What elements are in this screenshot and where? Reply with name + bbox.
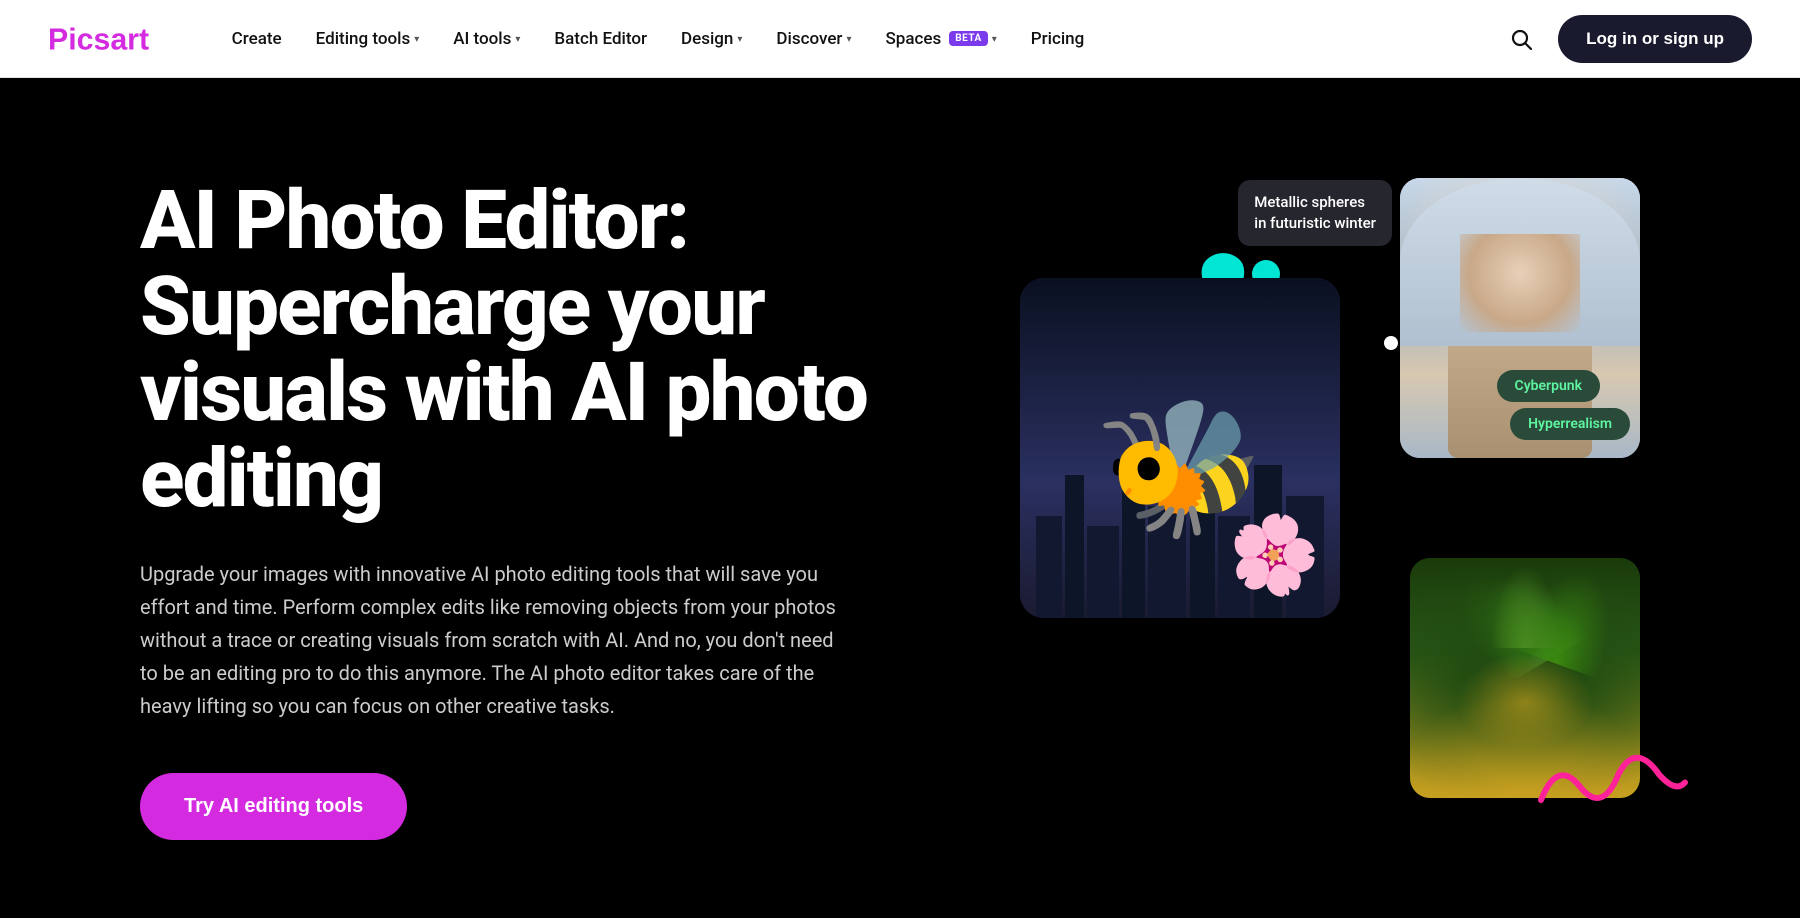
- chevron-down-icon: ▾: [846, 34, 851, 45]
- woman-face-detail: [1460, 234, 1580, 332]
- metallic-tooltip: Metallic spheres in futuristic winter: [1238, 180, 1392, 246]
- nav-links: Create Editing tools ▾ AI tools ▾ Batch …: [218, 21, 1500, 57]
- hero-section: AI Photo Editor: Supercharge your visual…: [0, 78, 1800, 918]
- nav-create[interactable]: Create: [218, 21, 296, 57]
- nav-design[interactable]: Design ▾: [667, 21, 756, 57]
- hyperrealism-tag: Hyperrealism: [1510, 408, 1630, 440]
- nav-ai-tools[interactable]: AI tools ▾: [439, 21, 534, 57]
- spaces-beta-badge: BETA: [949, 31, 988, 46]
- svg-text:Picsart: Picsart: [48, 23, 149, 56]
- hero-description: Upgrade your images with innovative AI p…: [140, 558, 840, 723]
- chevron-down-icon: ▾: [414, 34, 419, 45]
- hero-content: AI Photo Editor: Supercharge your visual…: [140, 158, 960, 840]
- nav-discover[interactable]: Discover ▾: [762, 21, 865, 57]
- login-button[interactable]: Log in or sign up: [1558, 15, 1752, 63]
- bee-card: 🐝 🌸: [1020, 278, 1340, 618]
- hero-title: AI Photo Editor: Supercharge your visual…: [140, 178, 960, 522]
- nav-right: Log in or sign up: [1500, 15, 1752, 63]
- connector-dot: [1384, 336, 1398, 350]
- chevron-down-icon: ▾: [737, 34, 742, 45]
- chevron-down-icon: ▾: [515, 34, 520, 45]
- woman-face-glow: [1456, 654, 1594, 750]
- pink-scribble: [1527, 737, 1694, 835]
- nav-pricing[interactable]: Pricing: [1017, 21, 1099, 57]
- navbar: Picsart Create Editing tools ▾ AI tools …: [0, 0, 1800, 78]
- cyberpunk-tag: Cyberpunk: [1497, 370, 1600, 402]
- nav-spaces[interactable]: Spaces BETA ▾: [871, 21, 1010, 57]
- woman-bottom-card: [1410, 558, 1640, 798]
- woman-neck: [1448, 346, 1592, 458]
- hero-visuals: ai 🐝 🌸: [1020, 158, 1660, 858]
- search-button[interactable]: [1500, 18, 1542, 60]
- nav-batch-editor[interactable]: Batch Editor: [540, 21, 661, 57]
- chevron-down-icon: ▾: [992, 34, 997, 45]
- logo[interactable]: Picsart: [48, 21, 162, 57]
- nav-editing-tools[interactable]: Editing tools ▾: [302, 21, 434, 57]
- try-ai-tools-button[interactable]: Try AI editing tools: [140, 773, 407, 840]
